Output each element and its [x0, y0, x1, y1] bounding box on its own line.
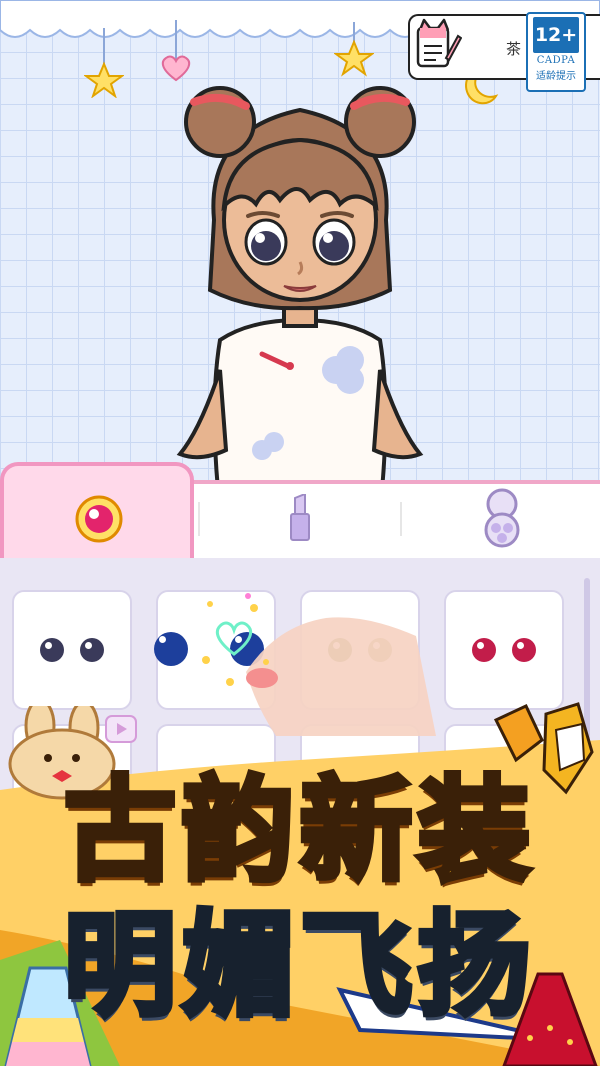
eye-swatch-left: [40, 638, 64, 662]
eye-swatch-left: [472, 638, 496, 662]
eye-swatch-right: [80, 638, 104, 662]
tab-blush[interactable]: [402, 480, 600, 558]
blush-palette-icon: [484, 488, 520, 548]
sparkle-icon: [202, 593, 269, 686]
tab-eyes[interactable]: [0, 462, 194, 558]
notepad-cat-icon[interactable]: [412, 18, 462, 72]
eye-swatch-left: [154, 632, 188, 666]
eye-icon: [75, 495, 123, 543]
promo-banner: 古韵新装 明媚飞扬: [0, 700, 600, 1066]
age-rating-badge: 12+ CADPA 适龄提示: [526, 12, 586, 92]
tab-lipstick[interactable]: [200, 480, 400, 558]
eye-option-tile[interactable]: [444, 590, 564, 710]
notes-label: 茶: [506, 40, 522, 58]
eye-swatch-right: [512, 638, 536, 662]
lipstick-icon: [290, 494, 310, 541]
age-rating-number: 12+: [533, 17, 579, 53]
age-rating-org: CADPA: [536, 55, 576, 66]
age-rating-tip: 适龄提示: [536, 71, 576, 82]
star-ornament-icon: [84, 28, 124, 98]
eye-option-tile[interactable]: [12, 590, 132, 710]
banner-title-line-2: 明媚飞扬: [61, 898, 536, 1034]
character-avatar: [176, 86, 424, 490]
